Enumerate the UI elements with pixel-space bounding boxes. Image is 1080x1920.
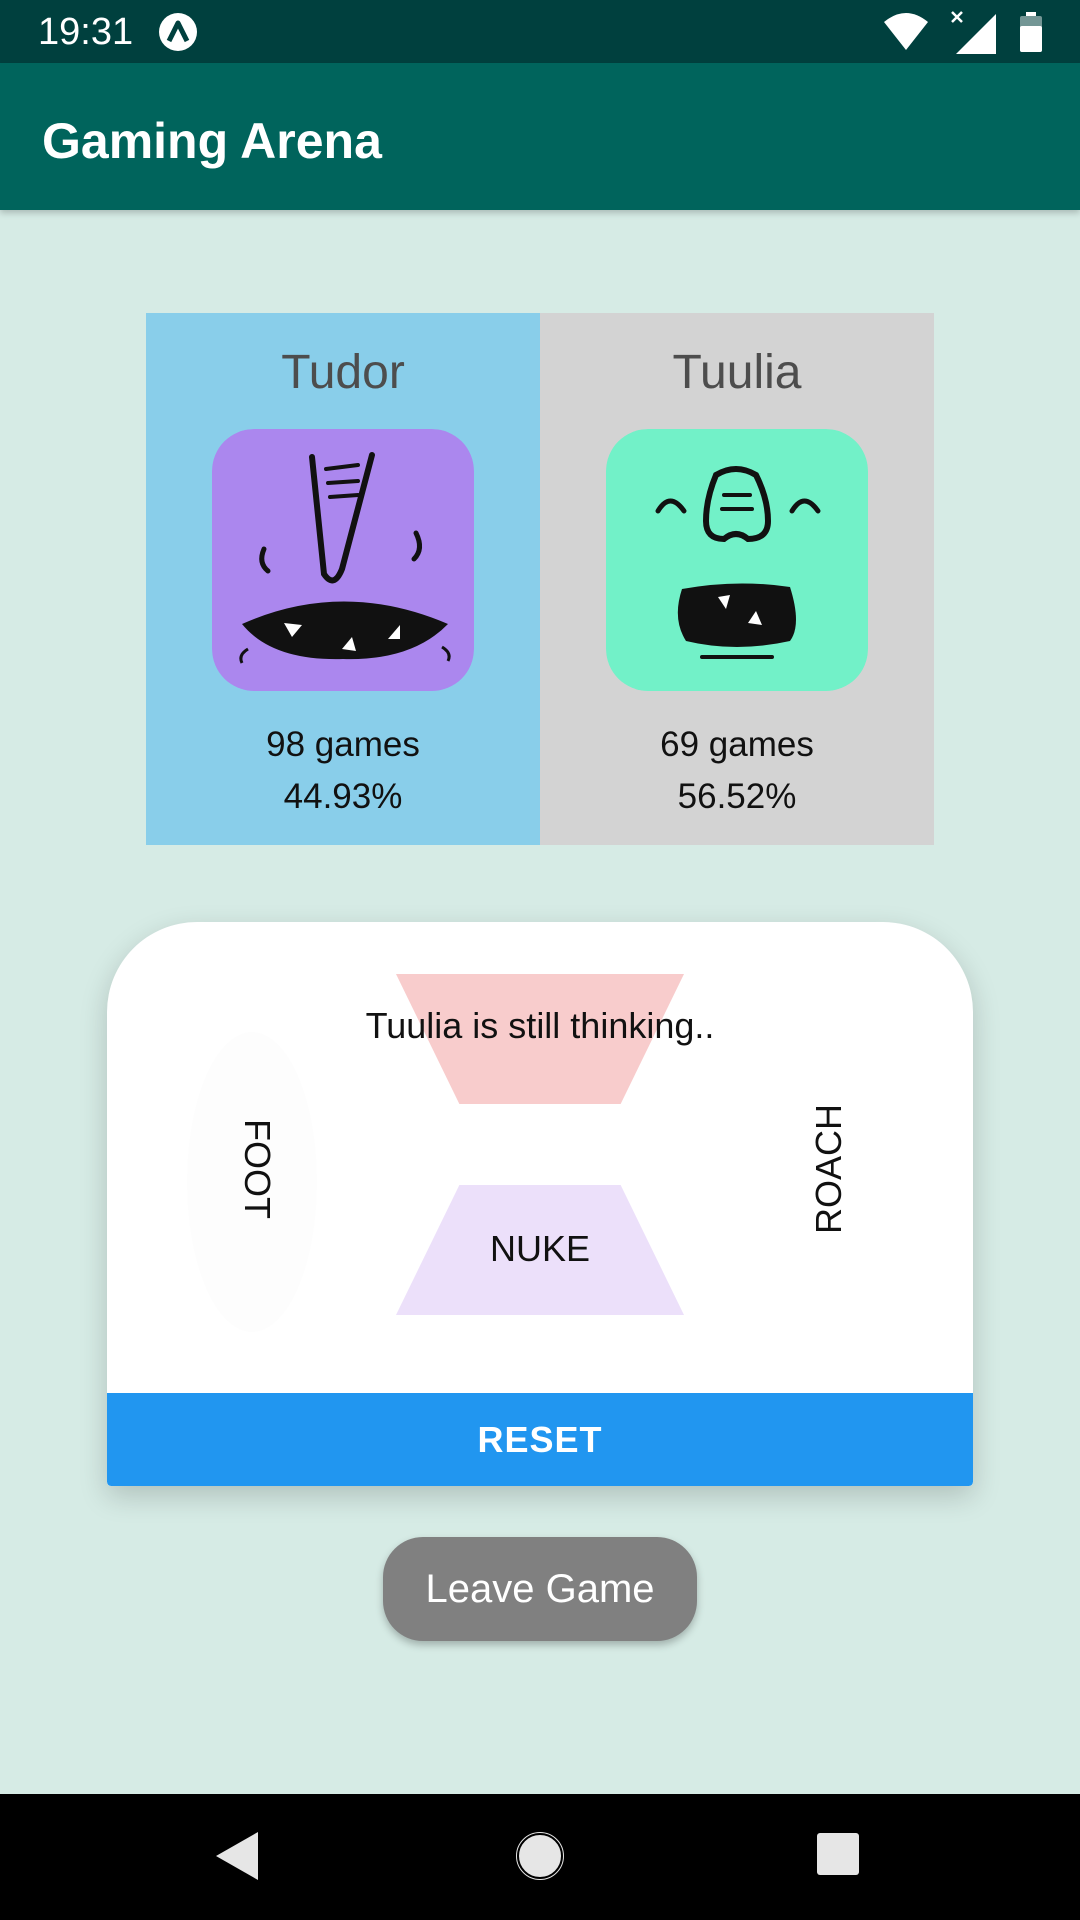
leave-game-button[interactable]: Leave Game xyxy=(383,1537,697,1641)
player-games: 98 games xyxy=(266,725,420,764)
recents-icon[interactable] xyxy=(817,1833,859,1875)
players-panel: Tudor 98 games 44.93% Tuulia 69 games 56… xyxy=(146,313,934,845)
purple-monster-avatar xyxy=(212,429,474,691)
status-time: 19:31 xyxy=(38,11,134,53)
player-win-percentage: 56.52% xyxy=(677,777,797,816)
player-name: Tudor xyxy=(281,346,405,399)
home-icon[interactable] xyxy=(514,1830,566,1882)
choice-nuke-label[interactable]: NUKE xyxy=(396,1227,684,1271)
app-bar: Gaming Arena xyxy=(0,63,1080,210)
player-card-1: Tudor 98 games 44.93% xyxy=(146,313,540,845)
player-name: Tuulia xyxy=(672,346,802,399)
green-monster-avatar xyxy=(606,429,868,691)
battery-icon xyxy=(1020,12,1042,52)
choice-foot-label[interactable]: FOOT xyxy=(235,1079,279,1259)
player-games: 69 games xyxy=(660,725,814,764)
back-icon[interactable] xyxy=(214,1830,260,1882)
app-notification-icon xyxy=(159,13,197,51)
player-card-2: Tuulia 69 games 56.52% xyxy=(540,313,934,845)
wifi-icon xyxy=(884,13,928,50)
navigation-bar xyxy=(0,1794,1080,1920)
status-bar: 19:31 xyxy=(0,0,1080,63)
signal-icon xyxy=(951,11,996,54)
game-board: Tuulia is still thinking.. FOOT NUKE ROA… xyxy=(107,922,973,1486)
app-title: Gaming Arena xyxy=(42,113,382,169)
player-win-percentage: 44.93% xyxy=(283,777,403,816)
choice-roach-button[interactable]: ROACH xyxy=(807,1069,851,1269)
reset-button[interactable]: RESET xyxy=(107,1393,973,1486)
